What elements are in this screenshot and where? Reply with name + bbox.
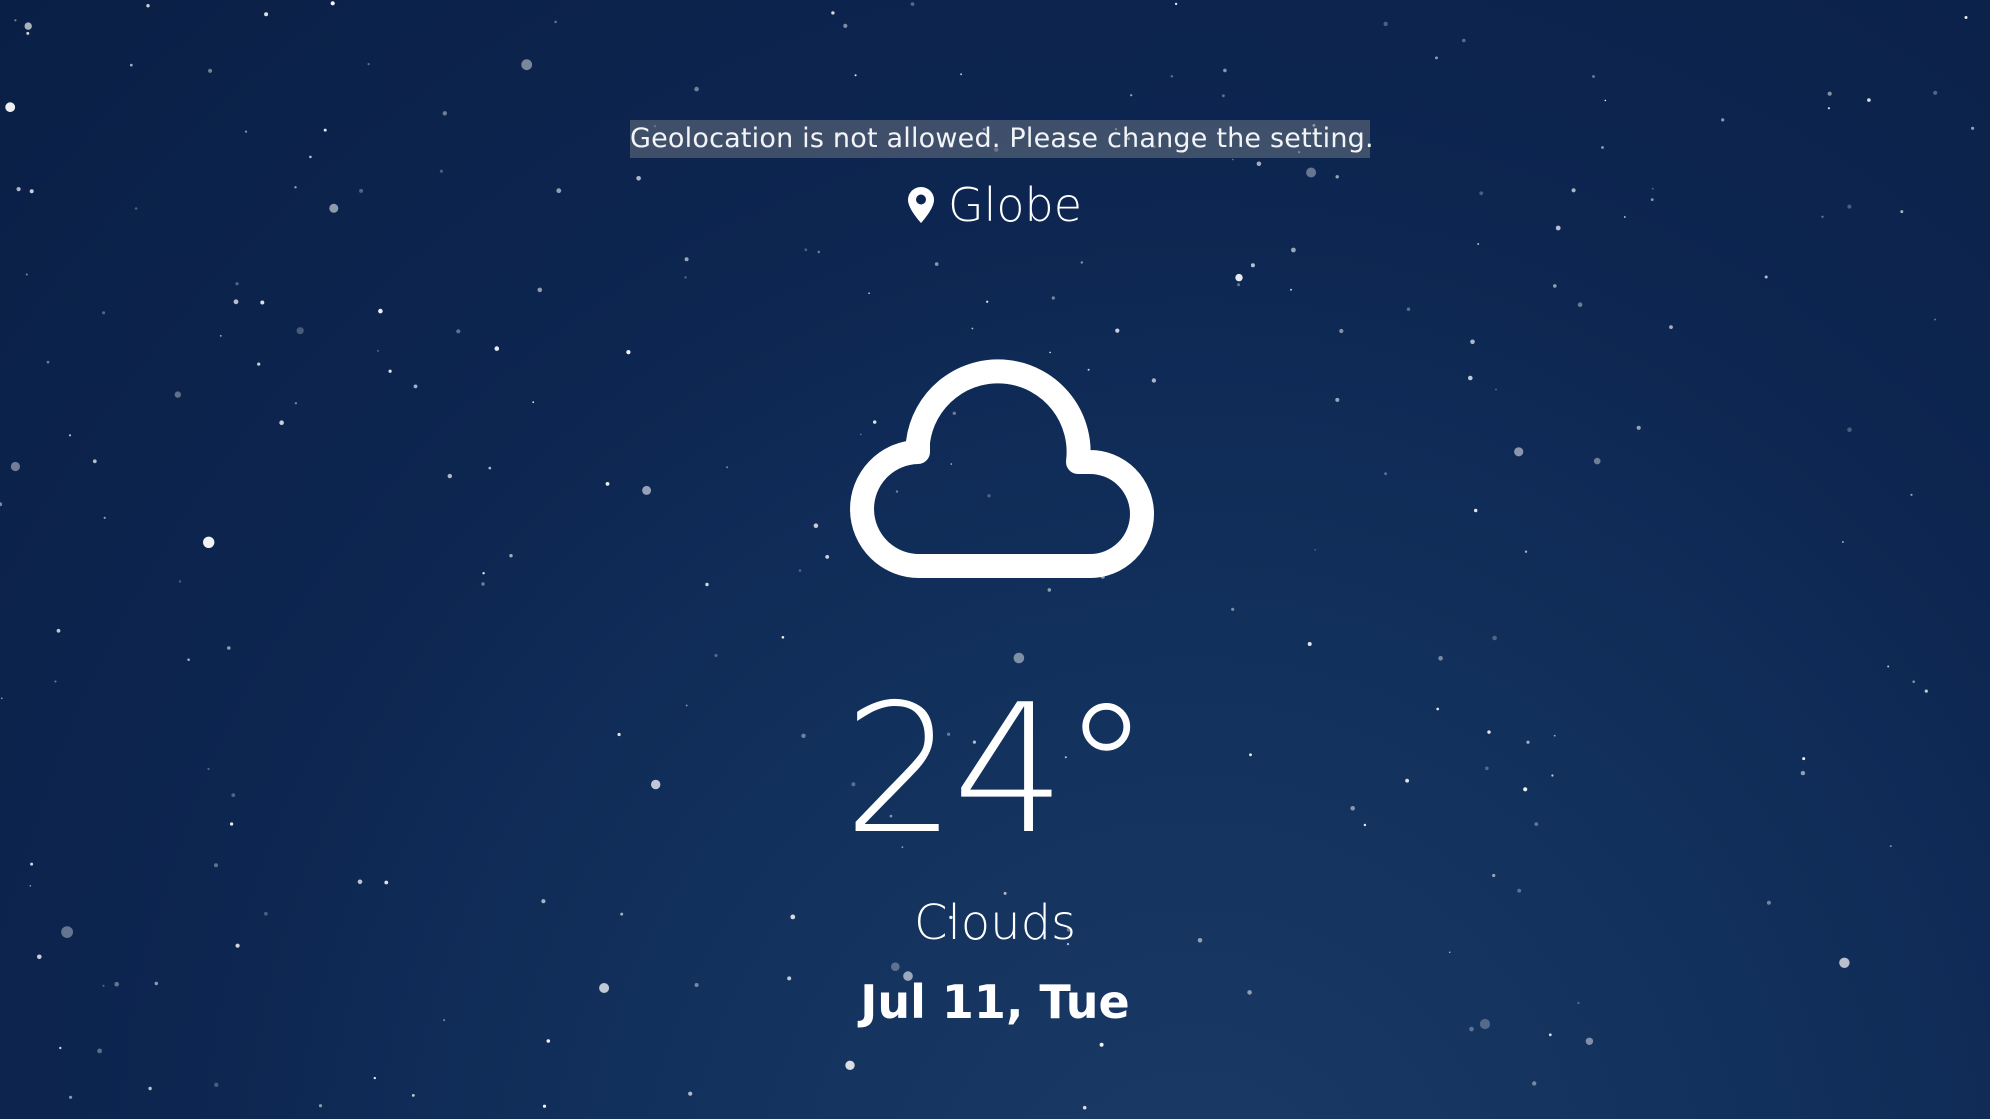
cloud-icon xyxy=(820,330,1170,590)
location-display: Globe xyxy=(0,178,1990,232)
weather-description: Clouds xyxy=(913,895,1077,951)
temperature: 24° xyxy=(843,666,1151,873)
location-name: Globe xyxy=(947,178,1083,232)
current-date: Jul 11, Tue xyxy=(860,975,1130,1029)
geolocation-warning: Geolocation is not allowed. Please chang… xyxy=(630,120,1374,158)
map-pin-icon xyxy=(907,187,934,223)
weather-app: Geolocation is not allowed. Please chang… xyxy=(0,0,1990,1119)
